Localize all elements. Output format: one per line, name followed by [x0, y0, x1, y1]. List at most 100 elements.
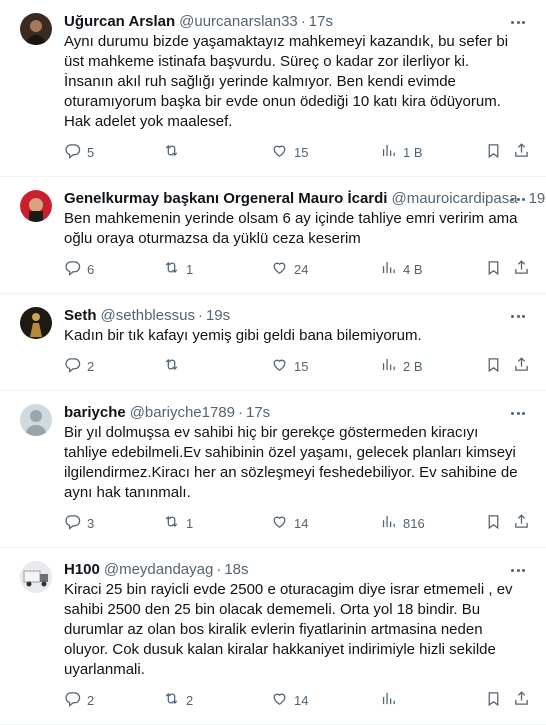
like-count: 14 [294, 515, 309, 531]
timestamp[interactable]: 17s [309, 12, 333, 32]
avatar[interactable] [20, 561, 52, 593]
tweet-header: H100 @meydandayag · 18s [64, 560, 530, 580]
bookmark-button[interactable] [485, 356, 502, 376]
bookmark-icon [485, 513, 502, 533]
timestamp[interactable]: 19s [206, 306, 230, 326]
reply-icon [64, 142, 81, 162]
timestamp[interactable]: 17s [246, 403, 270, 423]
like-button[interactable]: 14 [271, 690, 308, 710]
author-handle[interactable]: @meydandayag [104, 560, 213, 580]
author-name[interactable]: Seth [64, 306, 97, 326]
retweet-button[interactable] [163, 142, 186, 162]
retweet-icon [163, 259, 180, 279]
tweet[interactable]: Seth @sethblessus · 19s Kadın bir tık ka… [0, 294, 546, 391]
tweet[interactable]: Uğurcan Arslan @uurcanarslan33 · 17s Ayn… [0, 0, 546, 177]
timestamp[interactable]: 18s [224, 560, 248, 580]
reply-count: 6 [87, 261, 95, 277]
like-button[interactable]: 15 [271, 142, 308, 162]
views-icon [380, 356, 397, 376]
separator-dot: · [300, 13, 306, 30]
views-icon [380, 259, 397, 279]
reply-button[interactable]: 6 [64, 259, 94, 279]
share-icon [513, 356, 530, 376]
more-icon[interactable] [508, 191, 528, 207]
reply-button[interactable]: 3 [64, 513, 94, 533]
author-handle[interactable]: @uurcanarslan33 [179, 12, 298, 32]
bookmark-button[interactable] [485, 690, 502, 710]
reply-icon [64, 513, 81, 533]
author-name[interactable]: bariyche [64, 403, 126, 423]
author-name[interactable]: H100 [64, 560, 100, 580]
views-button[interactable]: 4 B [380, 259, 423, 279]
avatar[interactable] [20, 190, 52, 222]
author-handle[interactable]: @bariyche1789 [130, 403, 235, 423]
bookmark-button[interactable] [485, 259, 502, 279]
tweet-actions: 2 2 14 [64, 690, 530, 710]
share-icon [513, 513, 530, 533]
tweet[interactable]: bariyche @bariyche1789 · 17s Bir yıl dol… [0, 391, 546, 548]
share-icon [513, 690, 530, 710]
tweet-header: Genelkurmay başkanı Orgeneral Mauro İcar… [64, 189, 546, 209]
tweet-actions: 5 15 1 B [64, 142, 530, 162]
tweet-actions: 3 1 14 816 [64, 513, 530, 533]
share-icon [513, 259, 530, 279]
share-button[interactable] [513, 356, 530, 376]
views-button[interactable]: 816 [380, 513, 425, 533]
tweet-text: Kadın bir tık kafayı yemiş gibi geldi ba… [64, 327, 422, 344]
share-button[interactable] [513, 690, 530, 710]
reply-count: 2 [87, 692, 95, 708]
retweet-button[interactable]: 2 [163, 690, 193, 710]
author-name[interactable]: Uğurcan Arslan [64, 12, 175, 32]
reply-button[interactable]: 5 [64, 142, 94, 162]
author-name[interactable]: Genelkurmay başkanı Orgeneral Mauro İcar… [64, 189, 387, 209]
views-icon [380, 513, 397, 533]
retweet-icon [163, 690, 180, 710]
share-button[interactable] [513, 142, 530, 162]
bookmark-button[interactable] [485, 142, 502, 162]
bookmark-icon [485, 356, 502, 376]
like-button[interactable]: 15 [271, 356, 308, 376]
tweet-text: Kiraci 25 bin rayicli evde 2500 e oturac… [64, 581, 513, 678]
reply-feed: Uğurcan Arslan @uurcanarslan33 · 17s Ayn… [0, 0, 546, 725]
tweet-text: Aynı durumu bizde yaşamaktayız mahkemeyi… [64, 33, 509, 130]
avatar[interactable] [20, 13, 52, 45]
retweet-icon [163, 142, 180, 162]
like-count: 15 [294, 144, 309, 160]
tweet-actions: 2 15 2 B [64, 356, 530, 376]
views-button[interactable]: 2 B [380, 356, 423, 376]
views-count: 4 B [403, 261, 423, 277]
reply-count: 3 [87, 515, 95, 531]
reply-icon [64, 690, 81, 710]
retweet-button[interactable] [163, 356, 186, 376]
views-button[interactable] [380, 690, 403, 710]
retweet-button[interactable]: 1 [163, 259, 193, 279]
reply-button[interactable]: 2 [64, 690, 94, 710]
like-button[interactable]: 14 [271, 513, 308, 533]
views-icon [380, 142, 397, 162]
views-button[interactable]: 1 B [380, 142, 423, 162]
more-icon[interactable] [508, 562, 528, 578]
more-icon[interactable] [508, 14, 528, 30]
timestamp[interactable]: 19s [529, 189, 546, 209]
like-button[interactable]: 24 [271, 259, 308, 279]
retweet-icon [163, 356, 180, 376]
reply-count: 5 [87, 144, 95, 160]
views-count: 2 B [403, 358, 423, 374]
avatar[interactable] [20, 307, 52, 339]
retweet-count: 1 [186, 515, 194, 531]
retweet-count: 1 [186, 261, 194, 277]
share-button[interactable] [513, 513, 530, 533]
retweet-button[interactable]: 1 [163, 513, 193, 533]
bookmark-icon [485, 690, 502, 710]
share-button[interactable] [513, 259, 530, 279]
bookmark-button[interactable] [485, 513, 502, 533]
author-handle[interactable]: @mauroicardipasa [391, 189, 517, 209]
avatar[interactable] [20, 404, 52, 436]
reply-button[interactable]: 2 [64, 356, 94, 376]
views-icon [380, 690, 397, 710]
author-handle[interactable]: @sethblessus [101, 306, 195, 326]
tweet[interactable]: Genelkurmay başkanı Orgeneral Mauro İcar… [0, 177, 546, 294]
more-icon[interactable] [508, 405, 528, 421]
tweet-actions: 6 1 24 4 B [64, 259, 530, 279]
more-icon[interactable] [508, 308, 528, 324]
